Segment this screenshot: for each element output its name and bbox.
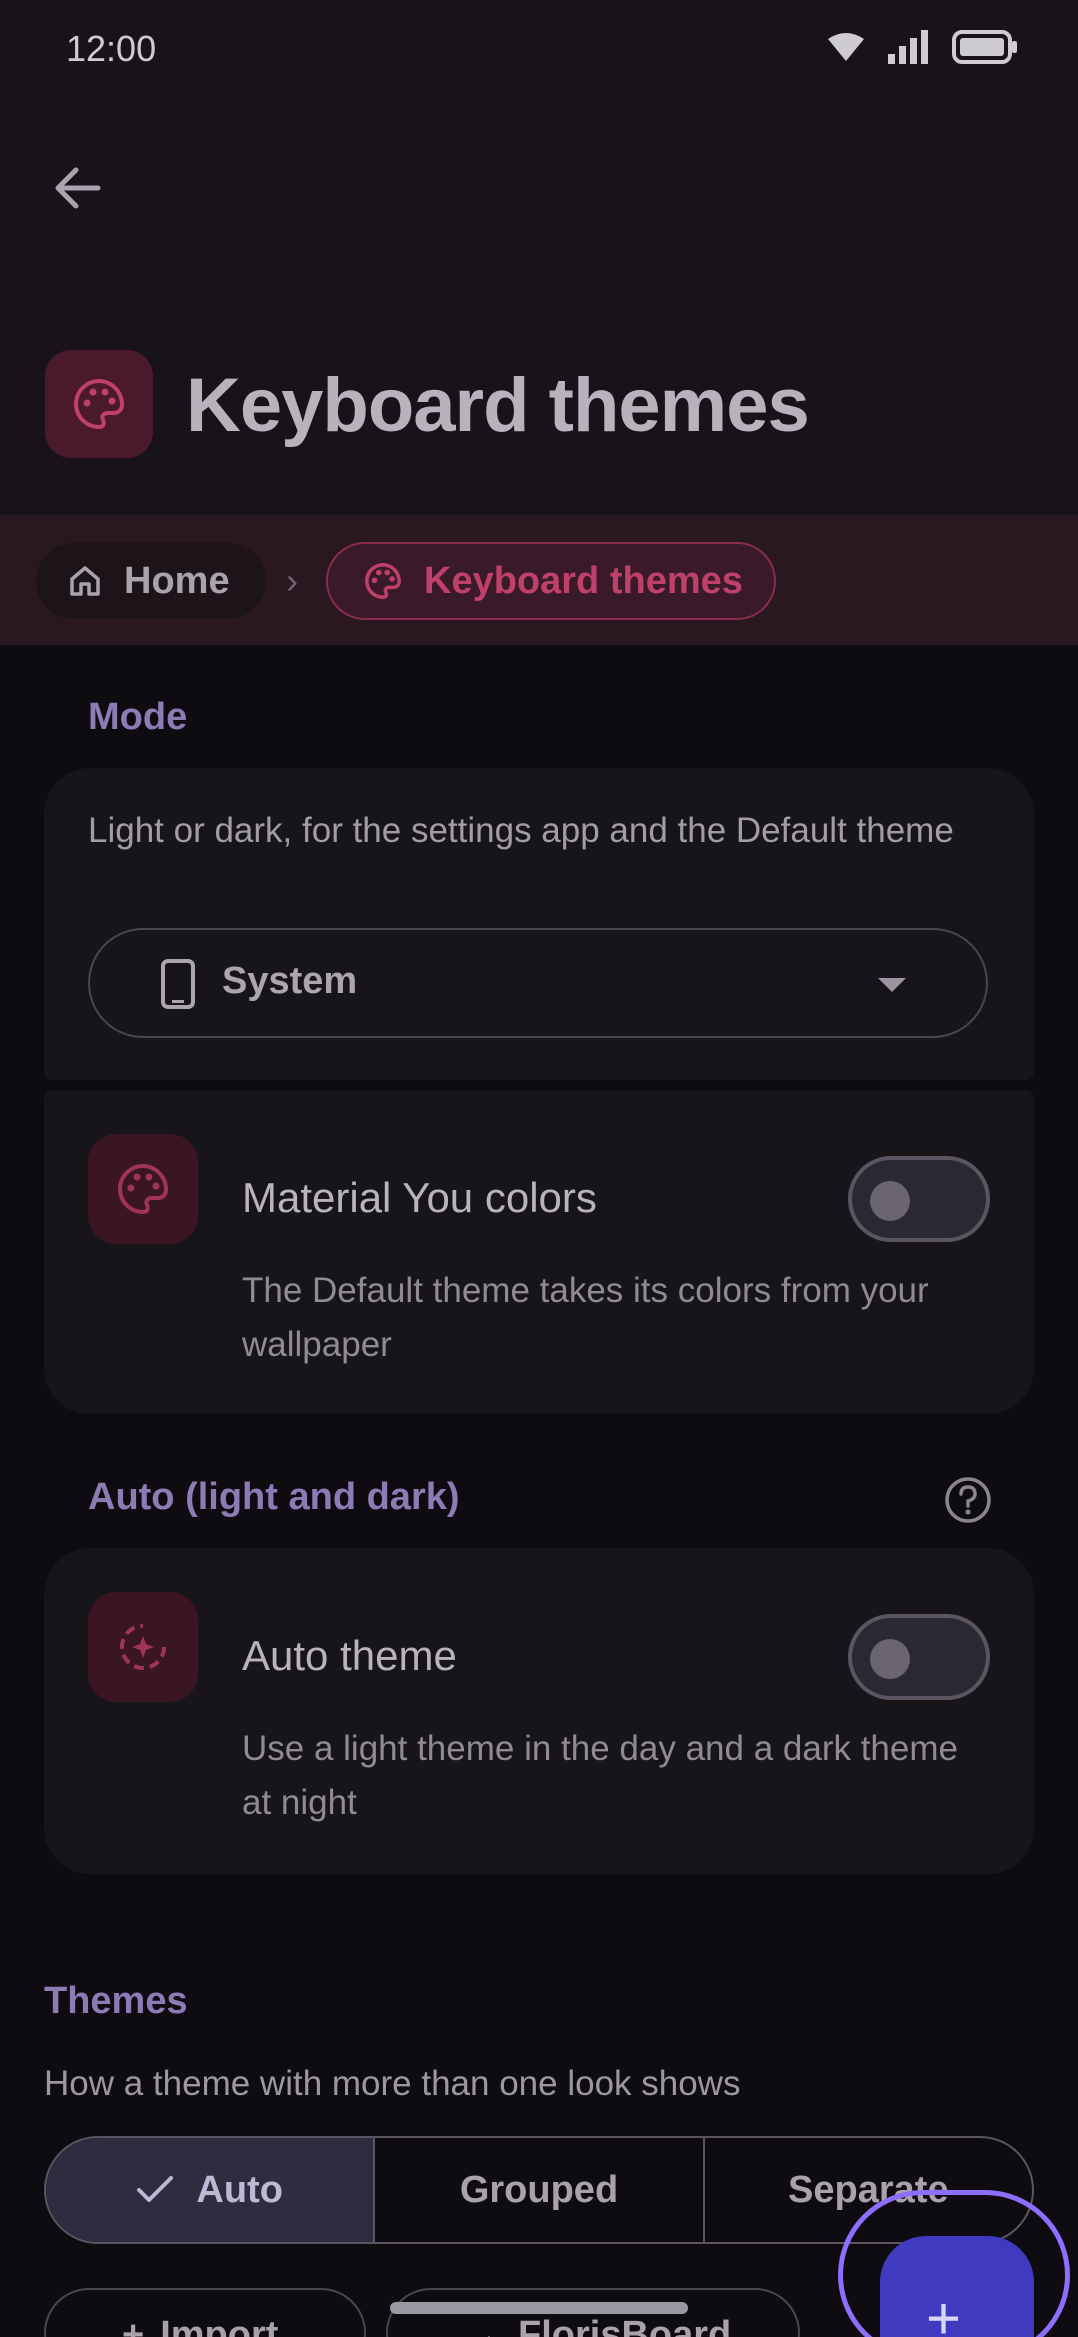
title-palette-icon-container [45, 350, 153, 458]
section-label-auto: Auto (light and dark) [88, 1476, 460, 1518]
themes-description: How a theme with more than one look show… [44, 2064, 741, 2103]
status-bar: 12:00 [0, 0, 1078, 100]
palette-icon [365, 563, 401, 599]
material-you-icon-container [88, 1134, 198, 1244]
mode-card: Light or dark, for the settings app and … [44, 768, 1034, 1080]
back-button[interactable] [50, 160, 106, 216]
toggle-knob [870, 1181, 910, 1221]
check-icon [137, 2176, 174, 2202]
help-button[interactable] [944, 1476, 992, 1524]
segment-grouped[interactable]: Grouped [375, 2138, 705, 2242]
florisboard-label: FlorisBoard [518, 2314, 732, 2337]
material-you-card[interactable]: Material You colors The Default theme ta… [44, 1090, 1034, 1414]
breadcrumb-current[interactable]: Keyboard themes [326, 542, 776, 620]
add-icon: + [122, 2314, 145, 2337]
signal-icon [888, 30, 928, 64]
mode-description: Light or dark, for the settings app and … [88, 811, 954, 850]
segment-grouped-label: Grouped [459, 2168, 619, 2211]
arrow-forward-icon: → [464, 2314, 502, 2337]
auto-theme-description: Use a light theme in the day and a dark … [242, 1729, 958, 1822]
import-label: Import [160, 2314, 279, 2337]
auto-theme-title: Auto theme [242, 1632, 457, 1679]
import-button[interactable]: + Import [44, 2288, 366, 2337]
palette-icon [118, 1163, 169, 1215]
material-you-description: The Default theme takes its colors from … [242, 1271, 929, 1364]
breadcrumb-home[interactable]: Home [36, 543, 266, 619]
add-theme-fab[interactable]: + [880, 2236, 1034, 2337]
breadcrumb-separator-icon: › [286, 560, 298, 601]
top-app-bar [0, 100, 1078, 515]
auto-theme-icon [120, 1624, 166, 1670]
help-icon [945, 1477, 991, 1523]
mode-dropdown[interactable]: System [88, 928, 988, 1038]
toggle-knob [870, 1639, 910, 1679]
auto-theme-card[interactable]: Auto theme Use a light theme in the day … [44, 1548, 1034, 1874]
arrow-back-icon [55, 167, 101, 209]
mode-dropdown-value: System [222, 960, 358, 1002]
material-you-title: Material You colors [242, 1174, 597, 1221]
home-icon [70, 566, 100, 596]
breadcrumb-current-label: Keyboard themes [424, 559, 743, 602]
wifi-icon [828, 33, 864, 61]
auto-theme-toggle[interactable] [848, 1614, 990, 1700]
auto-theme-icon-container [88, 1592, 198, 1702]
material-you-toggle[interactable] [848, 1156, 990, 1242]
status-time: 12:00 [66, 28, 157, 69]
status-icons [826, 30, 1018, 64]
section-label-themes: Themes [44, 1980, 188, 2022]
dropdown-arrow-icon [878, 978, 906, 992]
breadcrumb-home-label: Home [124, 559, 230, 602]
gesture-nav-handle[interactable] [390, 2302, 688, 2314]
phone-icon [161, 959, 195, 1009]
page-title: Keyboard themes [186, 363, 810, 448]
add-icon: + [926, 2285, 962, 2337]
battery-icon [952, 30, 1017, 64]
palette-icon [74, 378, 125, 430]
segment-auto[interactable]: Auto [46, 2138, 376, 2242]
segment-auto-label: Auto [196, 2168, 283, 2211]
section-label-mode: Mode [88, 696, 188, 738]
